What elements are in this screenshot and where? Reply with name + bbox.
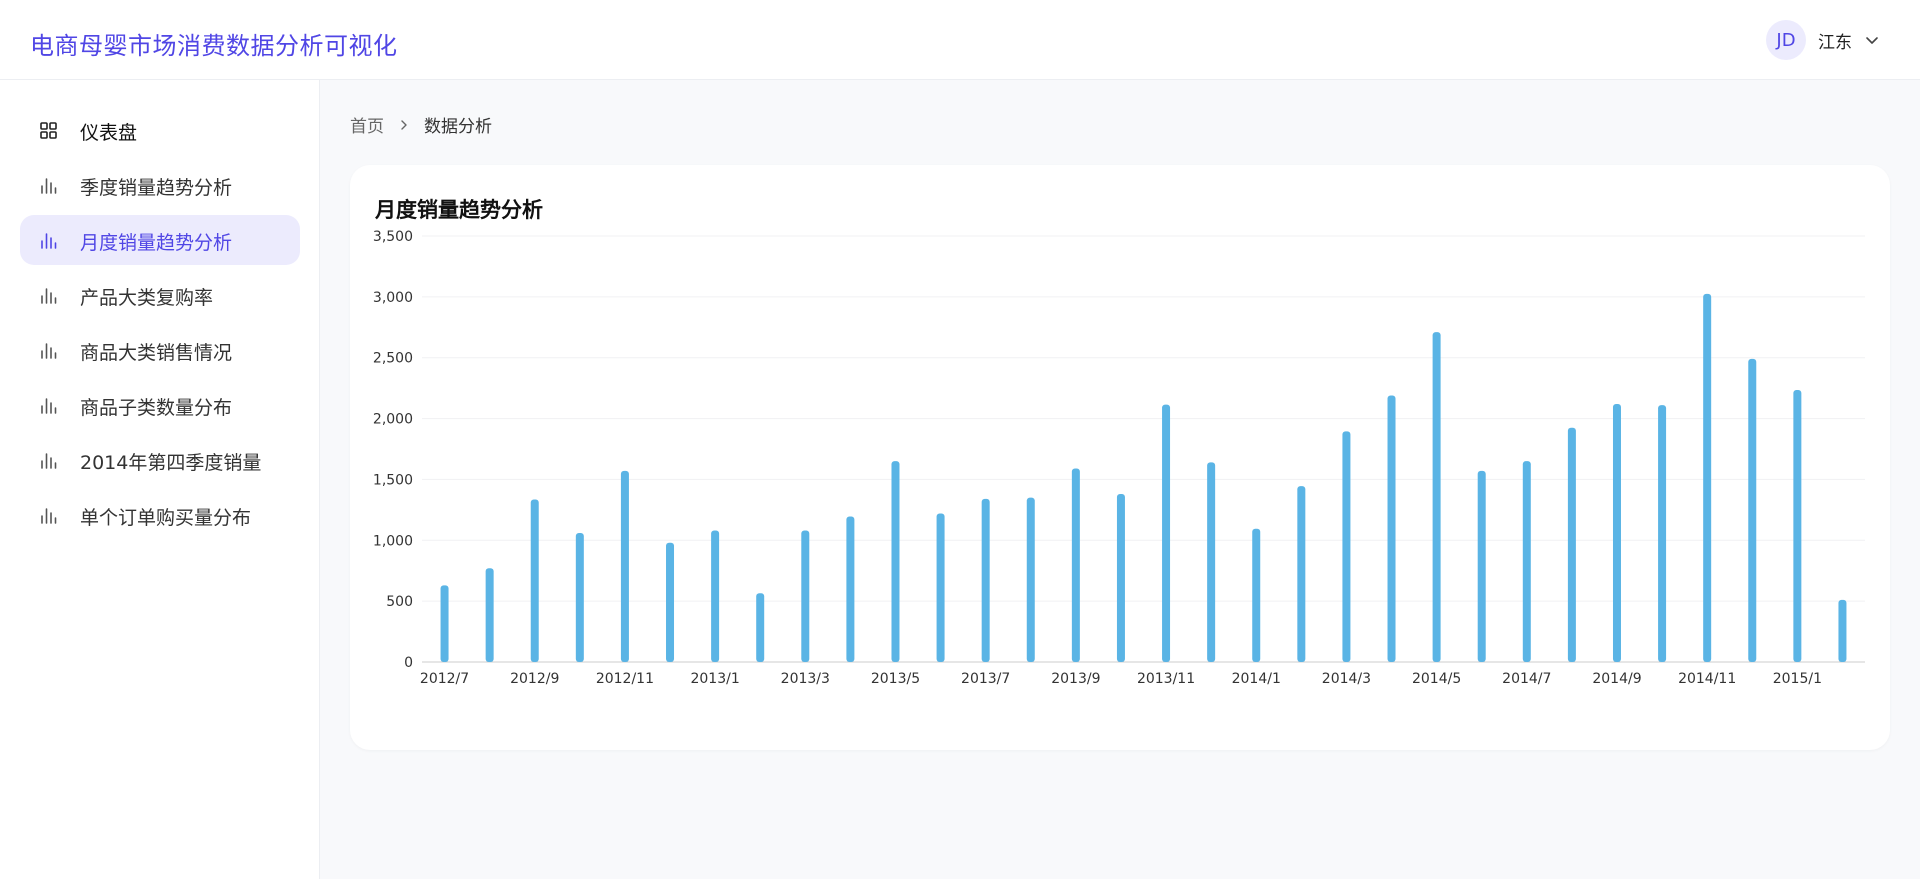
x-tick-label: 2013/1 (690, 671, 739, 687)
bar-chart-icon (41, 453, 57, 469)
x-tick-label: 2012/7 (420, 671, 469, 687)
bar (485, 568, 494, 662)
bar (1387, 395, 1396, 662)
bar (1793, 389, 1802, 662)
app-title: 电商母婴市场消费数据分析可视化 (30, 32, 398, 60)
monthly-sales-bar-chart: 0 500 1,000 1,500 2,000 2,500 3,000 3,500 2012/7… (373, 229, 1865, 687)
y-tick-label: 3,000 (373, 290, 413, 306)
bar (801, 530, 810, 662)
y-tick-label: 2,500 (373, 351, 413, 367)
bar (1162, 404, 1171, 662)
x-tick-label: 2013/3 (781, 671, 830, 687)
sidebar-item-label: 商品子类数量分布 (80, 397, 233, 419)
sidebar: 仪表盘 季度销量趋势分析 月度销量趋势分析 产品大类复购率 商品大类销售情况 商… (0, 80, 320, 879)
dashboard-grid-icon (40, 122, 57, 139)
bar-chart-icon (41, 508, 57, 524)
bar (711, 530, 720, 662)
bar (981, 498, 990, 662)
sidebar-item-quarterly-sales[interactable]: 季度销量趋势分析 (20, 160, 300, 210)
breadcrumb-home[interactable]: 首页 (350, 112, 384, 137)
x-tick-label: 2012/11 (596, 671, 654, 687)
sidebar-item-label: 商品大类销售情况 (80, 342, 233, 364)
bar (1522, 461, 1531, 662)
bar (936, 513, 945, 662)
bar (666, 542, 675, 662)
bar (1026, 497, 1035, 662)
bar (1567, 427, 1576, 662)
bar (1838, 599, 1847, 662)
bar (1748, 358, 1757, 662)
sidebar-item-label: 月度销量趋势分析 (80, 232, 233, 254)
y-tick-label: 3,500 (373, 229, 413, 245)
x-tick-label: 2012/9 (510, 671, 559, 687)
sidebar-item-label: 单个订单购买量分布 (80, 507, 252, 529)
y-tick-label: 0 (404, 655, 413, 671)
bar (1432, 332, 1441, 662)
bar (1116, 494, 1125, 662)
bar (1658, 405, 1667, 662)
bar (1071, 468, 1080, 662)
sidebar-item-category-sales[interactable]: 商品大类销售情况 (20, 325, 300, 375)
sidebar-item-label: 季度销量趋势分析 (80, 177, 233, 199)
sidebar-item-monthly-sales[interactable]: 月度销量趋势分析 (20, 215, 300, 265)
bar (620, 470, 629, 662)
sidebar-item-q4-2014-sales[interactable]: 2014年第四季度销量 (20, 435, 300, 485)
bar (440, 585, 449, 662)
x-tick-label: 2013/5 (871, 671, 920, 687)
y-tick-label: 1,500 (373, 472, 413, 488)
bar (530, 499, 539, 662)
bar (575, 532, 584, 662)
user-menu[interactable]: JD 江东 (1766, 20, 1880, 60)
x-tick-label: 2014/7 (1502, 671, 1551, 687)
bar (891, 461, 900, 662)
bar-chart-icon (41, 343, 57, 359)
chevron-down-icon[interactable] (1864, 32, 1880, 48)
bar (1703, 293, 1712, 662)
x-tick-label: 2015/1 (1773, 671, 1822, 687)
bar (846, 516, 855, 662)
y-tick-label: 2,000 (373, 412, 413, 428)
sidebar-item-subcategory-distribution[interactable]: 商品子类数量分布 (20, 380, 300, 430)
x-tick-label: 2013/7 (961, 671, 1010, 687)
breadcrumb: 首页 数据分析 (350, 112, 492, 137)
breadcrumb-current: 数据分析 (424, 117, 492, 137)
bar (1297, 486, 1306, 662)
bar (1252, 528, 1261, 662)
bar (1477, 470, 1486, 662)
top-header: 电商母婴市场消费数据分析可视化 JD 江东 (0, 0, 1920, 80)
sidebar-item-label: 产品大类复购率 (80, 287, 214, 309)
x-tick-label: 2014/3 (1322, 671, 1371, 687)
x-tick-label: 2013/11 (1137, 671, 1195, 687)
bar-chart-icon (41, 398, 57, 414)
bar (756, 593, 765, 662)
bar (1612, 403, 1621, 662)
sidebar-item-label: 仪表盘 (80, 122, 138, 144)
bar (1207, 462, 1216, 662)
sidebar-item-label: 2014年第四季度销量 (80, 452, 262, 474)
bar (1342, 431, 1351, 662)
chart-card: 月度销量趋势分析 0 500 1,000 1,500 2,000 2,500 3,000 3,… (350, 165, 1890, 750)
x-tick-label: 2014/11 (1678, 671, 1736, 687)
avatar[interactable]: JD (1766, 20, 1806, 60)
x-tick-label: 2014/9 (1592, 671, 1641, 687)
sidebar-item-dashboard[interactable]: 仪表盘 (20, 105, 300, 155)
sidebar-item-order-quantity-distribution[interactable]: 单个订单购买量分布 (20, 490, 300, 540)
y-tick-label: 1,000 (373, 533, 413, 549)
x-tick-label: 2014/5 (1412, 671, 1461, 687)
x-tick-label: 2013/9 (1051, 671, 1100, 687)
user-name[interactable]: 江东 (1818, 28, 1852, 53)
bar-chart-icon (41, 288, 57, 304)
y-tick-label: 500 (386, 594, 413, 610)
sidebar-item-repurchase-rate[interactable]: 产品大类复购率 (20, 270, 300, 320)
bar-chart-icon (41, 233, 57, 249)
bar-chart-icon (41, 178, 57, 194)
chevron-right-icon (401, 119, 407, 130)
x-tick-label: 2014/1 (1232, 671, 1281, 687)
